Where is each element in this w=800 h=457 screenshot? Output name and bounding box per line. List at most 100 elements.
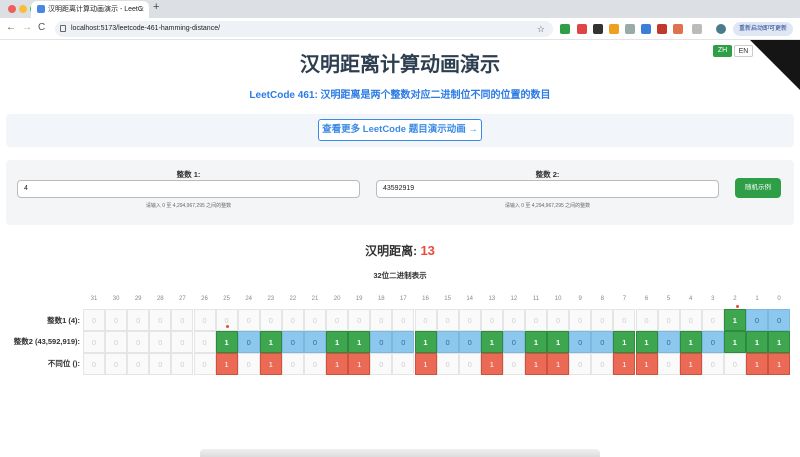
integer1-input[interactable]: 4 bbox=[17, 180, 360, 198]
integer1-bit: 0 bbox=[436, 309, 459, 331]
integer2-bit: 0 bbox=[83, 331, 105, 353]
bit-index-label: 24 bbox=[245, 296, 253, 302]
integer2-bit: 0 bbox=[171, 331, 194, 353]
integer2-bit: 0 bbox=[657, 331, 680, 353]
back-button[interactable]: ← bbox=[6, 22, 16, 33]
hamming-distance-result: 汉明距离: 13 bbox=[0, 242, 800, 259]
integer1-bit: 0 bbox=[83, 309, 105, 331]
extension-icon[interactable] bbox=[577, 24, 587, 34]
diff-bit: 0 bbox=[657, 353, 680, 375]
integer1-bit: 0 bbox=[281, 309, 304, 331]
update-button[interactable]: 重新启动即可更新 bbox=[733, 22, 793, 36]
tab-favicon-icon bbox=[37, 5, 45, 13]
integer2-bit: 1 bbox=[414, 331, 437, 353]
integer2-bit: 0 bbox=[237, 331, 260, 353]
extension-icon[interactable] bbox=[673, 24, 683, 34]
bit-index-label: 22 bbox=[289, 296, 297, 302]
diff-bit: 1 bbox=[547, 353, 570, 375]
diff-bit: 0 bbox=[127, 353, 150, 375]
extension-icon[interactable] bbox=[657, 24, 667, 34]
tab-title: 汉明距离计算动画演示 - LeetC bbox=[48, 6, 143, 13]
extension-icon[interactable] bbox=[560, 24, 570, 34]
integer2-bit: 0 bbox=[370, 331, 393, 353]
bit-index-label: 14 bbox=[466, 296, 474, 302]
row2-label: 整数2 (43,592,919): bbox=[13, 337, 80, 346]
extension-icon[interactable] bbox=[625, 24, 635, 34]
input-panel: 整数 1: 4 请输入 0 至 4,294,967,295 之间的整数 整数 2… bbox=[6, 160, 794, 225]
integer1-bit: 0 bbox=[613, 309, 636, 331]
new-tab-button[interactable]: + bbox=[153, 1, 159, 13]
diff-bit: 0 bbox=[281, 353, 304, 375]
minimize-window-icon[interactable] bbox=[19, 5, 27, 13]
integer2-bit: 1 bbox=[326, 331, 349, 353]
integer1-bit: 0 bbox=[701, 309, 724, 331]
integer1-bit: 0 bbox=[480, 309, 503, 331]
profile-avatar-icon[interactable] bbox=[716, 24, 726, 34]
diff-bit: 0 bbox=[83, 353, 105, 375]
bit-index-label: 31 bbox=[90, 296, 98, 302]
reload-button[interactable]: C bbox=[38, 22, 45, 33]
extensions-puzzle-icon[interactable] bbox=[692, 24, 702, 34]
integer1-bit: 0 bbox=[657, 309, 680, 331]
extension-icon[interactable] bbox=[593, 24, 603, 34]
github-corner-icon[interactable] bbox=[750, 40, 800, 90]
integer2-bit: 0 bbox=[591, 331, 614, 353]
diff-bit: 1 bbox=[679, 353, 702, 375]
browser-tab[interactable]: 汉明距离计算动画演示 - LeetC × bbox=[31, 1, 149, 18]
bit-index-label: 16 bbox=[422, 296, 429, 302]
integer2-label: 整数 2: bbox=[535, 170, 560, 179]
integer1-bit: 0 bbox=[591, 309, 614, 331]
more-link-panel: 查看更多 LeetCode 题目演示动画 → bbox=[6, 114, 794, 147]
address-bar[interactable]: localhost:5173/leetcode-461-hamming-dist… bbox=[55, 21, 553, 37]
integer1-hint: 请输入 0 至 4,294,967,295 之间的整数 bbox=[145, 203, 232, 209]
integer2-bit: 1 bbox=[480, 331, 503, 353]
bit-index-label: 7 bbox=[622, 296, 627, 302]
lang-zh-button[interactable]: ZH bbox=[713, 45, 732, 57]
integer1-bit: 0 bbox=[259, 309, 282, 331]
bit-index-label: 10 bbox=[554, 296, 562, 302]
bookmark-star-icon[interactable]: ☆ bbox=[537, 21, 545, 37]
diff-bit: 1 bbox=[414, 353, 437, 375]
bit-index-label: 9 bbox=[578, 296, 582, 302]
diff-bit: 0 bbox=[193, 353, 216, 375]
integer1-bit: 0 bbox=[149, 309, 172, 331]
bit-index-label: 4 bbox=[689, 296, 693, 302]
diff-bit: 0 bbox=[569, 353, 592, 375]
bit-index-label: 2 bbox=[733, 296, 737, 302]
diff-bit: 1 bbox=[480, 353, 503, 375]
integer1-bit: 0 bbox=[193, 309, 216, 331]
integer2-bit: 0 bbox=[304, 331, 326, 353]
forward-button[interactable]: → bbox=[22, 22, 32, 33]
integer2-bit: 0 bbox=[569, 331, 592, 353]
site-info-icon[interactable] bbox=[60, 25, 66, 32]
more-demos-button[interactable]: 查看更多 LeetCode 题目演示动画 → bbox=[318, 119, 482, 141]
diff-bit: 0 bbox=[701, 353, 724, 375]
integer2-input[interactable]: 43592919 bbox=[376, 180, 719, 198]
integer2-bit: 1 bbox=[259, 331, 282, 353]
bit-index-label: 15 bbox=[444, 296, 451, 302]
integer1-bit: 0 bbox=[105, 309, 128, 331]
extension-icon[interactable] bbox=[609, 24, 619, 34]
integer2-bit: 1 bbox=[215, 331, 238, 353]
integer1-bit: 0 bbox=[171, 309, 194, 331]
diff-bit: 1 bbox=[259, 353, 282, 375]
diff-bit: 0 bbox=[392, 353, 415, 375]
diff-bit: 1 bbox=[348, 353, 371, 375]
diff-bit: 0 bbox=[502, 353, 525, 375]
bit-index-label: 26 bbox=[201, 296, 208, 302]
close-window-icon[interactable] bbox=[8, 5, 16, 13]
integer1-bit: 0 bbox=[746, 309, 768, 331]
bit-index-label: 6 bbox=[644, 296, 649, 302]
bit-index-label: 17 bbox=[400, 296, 407, 302]
integer1-bit: 0 bbox=[348, 309, 371, 331]
close-tab-icon[interactable]: × bbox=[139, 1, 144, 18]
diff-bit: 1 bbox=[746, 353, 768, 375]
integer1-bit: 0 bbox=[768, 309, 791, 331]
random-example-button[interactable]: 随机示例 bbox=[735, 178, 781, 198]
diff-bit: 0 bbox=[149, 353, 172, 375]
integer1-bit: 1 bbox=[723, 309, 746, 331]
distance-value: 13 bbox=[420, 243, 435, 258]
extension-icon[interactable] bbox=[641, 24, 651, 34]
row1-label: 整数1 (4): bbox=[47, 316, 80, 325]
integer2-bit: 0 bbox=[436, 331, 459, 353]
